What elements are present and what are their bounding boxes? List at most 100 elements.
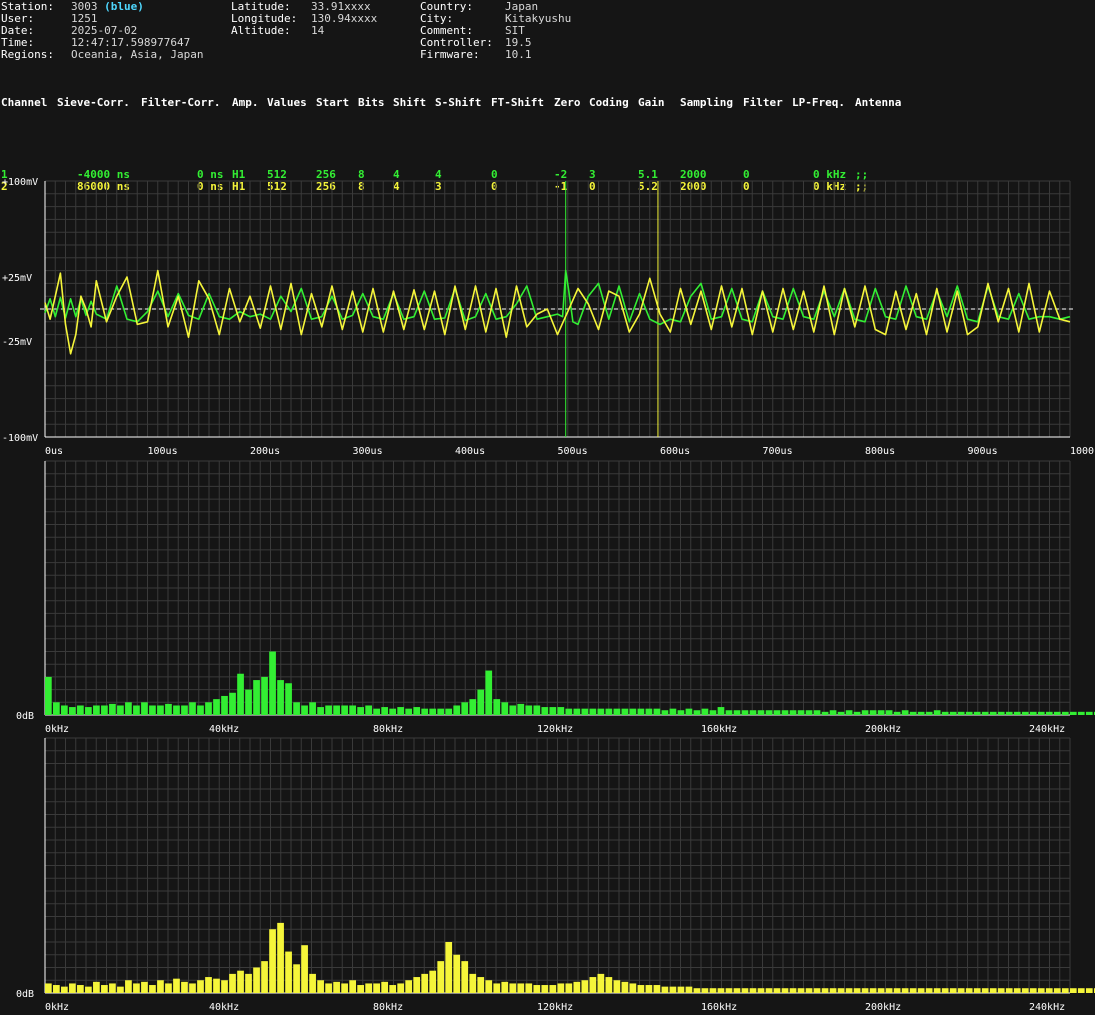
spectrum-bar [45,676,52,715]
spectrum-bar [989,988,997,993]
spectrum-bar [501,702,509,715]
x-tick-label: 240kHz [1029,1002,1065,1013]
spectrum-bar [949,711,957,715]
spectrum-bar [77,985,84,993]
spectrum-bar [741,988,749,993]
spectrum-bar [685,708,693,715]
spectrum-bar [341,705,348,715]
spectrum-bar [645,985,653,993]
spectrum-bar [269,929,276,993]
spectrum-bar [141,702,148,715]
spectrum-bar [325,983,332,993]
spectrum-bar [1061,711,1069,715]
spectrum-bar [517,983,525,993]
spectrum-bar [957,711,965,715]
spectrum-bar [109,983,116,993]
spectrum-bar [365,983,372,993]
spectrum-bar [261,676,268,715]
spectrum-bar [589,708,597,715]
spectrum-bar [933,988,941,993]
spectrum-bar [109,703,116,715]
spectrum-bar [261,961,268,994]
spectrum-bar [557,707,565,715]
spectrum-bar [613,980,621,993]
spectrum-bar [125,980,132,993]
spectrum-bar [965,988,973,993]
spectrum-bar [861,710,869,715]
spectrum-bar [885,988,893,993]
spectrum-bar [101,705,108,715]
spectrum-bar [469,699,477,716]
spectrum-bar [1013,711,1021,715]
spectrum-bar [605,977,613,993]
spectrum-bar [1045,988,1053,993]
spectrum-bar [973,711,981,715]
spectrum-bar [53,985,60,993]
spectrum-bar [981,988,989,993]
spectrum-bar [213,699,220,716]
spectrum-bar [53,702,60,715]
spectrum-bar [773,988,781,993]
x-tick-label: 40kHz [209,724,239,735]
spectrum-bar [557,983,565,993]
spectrum-bar [1029,988,1037,993]
x-tick-label: 800us [865,446,895,457]
spectrum-bar [477,689,485,715]
spectrum-bar [477,977,485,993]
spectrum-bar [693,988,701,993]
spectrum-bar [173,978,180,993]
y-tick-label: 0dB [16,711,34,722]
x-tick-label: 240kHz [1029,724,1065,735]
spectrum-bar [349,980,356,993]
spectrum-bar [941,711,949,715]
spectrum-bar [925,711,933,715]
x-tick-label: 0kHz [45,724,69,735]
spectrum-bar [493,983,501,993]
spectrum-bar [909,711,917,715]
spectrum-bar [597,973,605,994]
spectrum-bar [581,980,589,993]
spectrum-bar [1085,711,1093,715]
spectrum-bar [1053,988,1061,993]
spectrum-bar [701,708,709,715]
spectrum-bar [157,705,164,715]
spectrum-bar [733,710,741,715]
spectrum-bar [973,988,981,993]
spectrum-bar [357,707,364,715]
spectrum-bar [197,980,204,993]
spectrum-bar [533,705,541,715]
spectrum-bar [965,711,973,715]
spectrum-bar [1021,988,1029,993]
spectrum-bar [93,705,100,715]
spectrum-bar [453,954,461,993]
spectrum-bar [413,707,421,715]
spectrum-bar [1061,988,1069,993]
spectrum-bar [597,708,605,715]
spectrum-bar [285,683,292,715]
spectrum-bar [509,705,517,715]
spectrum-bar [421,973,429,994]
spectrum-bar [373,708,381,715]
x-tick-label: 80kHz [373,1002,403,1013]
spectrum-bar [397,707,405,715]
y-tick-label: +100mV [2,177,38,188]
spectrum-bar [861,988,869,993]
spectrum-bar [221,980,228,993]
spectrum-bar [629,708,637,715]
spectrum-bar [997,711,1005,715]
spectrum-bar [917,711,925,715]
spectrum-bar [1053,711,1061,715]
x-tick-label: 400us [455,446,485,457]
spectrum-bar [829,988,837,993]
spectrum-bar [805,988,813,993]
spectrum-bar [693,710,701,715]
spectrum-bar [85,986,92,994]
spectrum-bar [869,710,877,715]
spectrum-bar [293,702,300,715]
spectrum-bar [533,985,541,993]
spectrum-bar [637,708,645,715]
spectrum-bar [741,710,749,715]
spectrum-bar [269,651,276,715]
spectrum-bar [317,707,324,715]
spectrum-bar [125,702,132,715]
